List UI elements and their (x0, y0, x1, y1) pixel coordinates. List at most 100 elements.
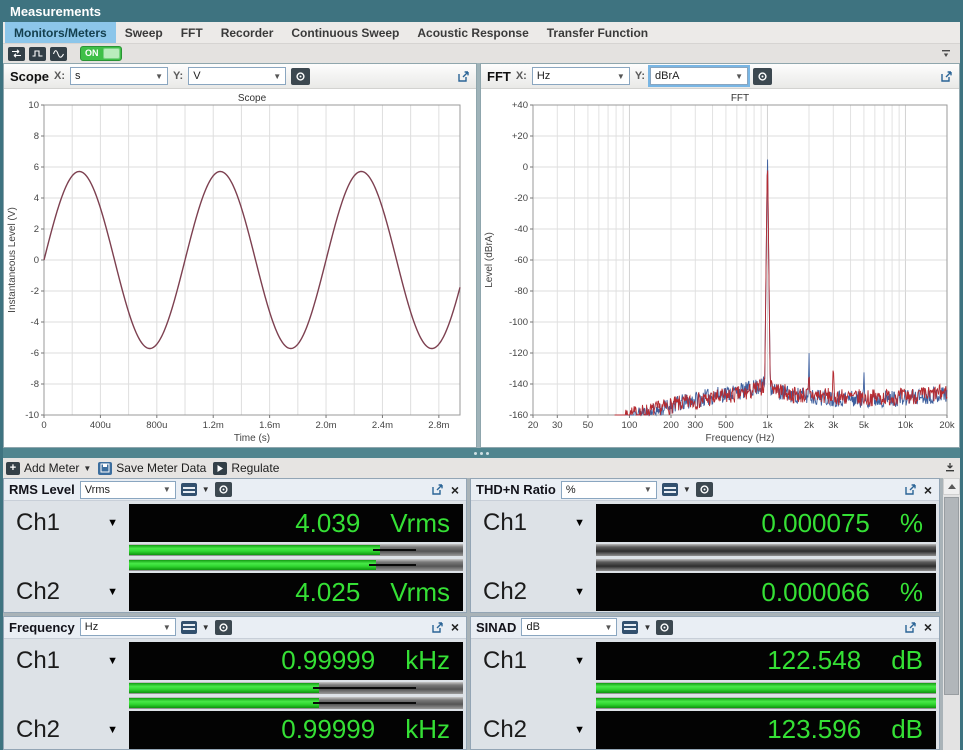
meter-header: SINADdB▼▼× (471, 617, 939, 639)
svg-text:-60: -60 (514, 255, 528, 266)
close-icon[interactable]: × (922, 483, 934, 497)
meter-unit-select[interactable]: dB▼ (521, 618, 617, 636)
fft-chart[interactable]: 2030501002003005001k2k3k5k10k20k-160-140… (481, 89, 959, 447)
add-meter-button[interactable]: + Add Meter ▼ (6, 461, 91, 475)
meter-unit-select[interactable]: Vrms▼ (80, 481, 176, 499)
scope-y-unit-select[interactable]: V▼ (188, 67, 286, 85)
channel-row: Ch1▼122.548dB (474, 642, 936, 680)
tab-acoustic-response[interactable]: Acoustic Response (408, 22, 537, 43)
close-icon[interactable]: × (449, 483, 461, 497)
toolbar-pin-icon[interactable] (941, 45, 951, 63)
meter-settings-gear-icon[interactable] (696, 482, 713, 497)
fft-y-unit-select[interactable]: dBrA▼ (650, 67, 748, 85)
meter-body: Ch1▼4.039VrmsCh2▼4.025Vrms (4, 501, 466, 612)
chevron-down-icon[interactable]: ▼ (643, 623, 651, 632)
tab-monitors-meters[interactable]: Monitors/Meters (5, 22, 116, 43)
channel-row: Ch2▼4.025Vrms (7, 573, 463, 611)
monitor-sine-icon[interactable] (50, 47, 67, 61)
chevron-down-icon[interactable]: ▼ (202, 623, 210, 632)
svg-text:0: 0 (34, 255, 39, 266)
bar-display-mode-icon[interactable] (181, 483, 197, 496)
meters-scrollbar[interactable] (943, 478, 960, 750)
svg-text:6: 6 (34, 162, 39, 173)
generator-square-wave-icon[interactable] (29, 47, 46, 61)
svg-text:Level (dBrA): Level (dBrA) (484, 232, 495, 288)
fft-x-unit-select[interactable]: Hz▼ (532, 67, 630, 85)
level-bar (596, 544, 936, 556)
fft-x-axis-label: X: (516, 70, 527, 82)
tab-sweep[interactable]: Sweep (116, 22, 172, 43)
svg-text:0: 0 (41, 420, 46, 431)
tab-fft[interactable]: FFT (172, 22, 212, 43)
chevron-down-icon[interactable]: ▼ (202, 485, 210, 494)
fft-panel-title: FFT (487, 69, 511, 84)
scope-x-unit-select[interactable]: s▼ (70, 67, 168, 85)
fft-y-axis-label: Y: (635, 70, 645, 82)
meter-unit: % (900, 577, 923, 608)
meter-popout-icon[interactable] (431, 621, 444, 634)
scope-popout-icon[interactable] (457, 70, 470, 83)
meter-unit: % (900, 508, 923, 539)
meter-settings-gear-icon[interactable] (656, 620, 673, 635)
scope-chart[interactable]: 0400u800u1.2m1.6m2.0m2.4m2.8m-10-8-6-4-2… (4, 89, 476, 447)
regulate-button[interactable]: Regulate (213, 461, 279, 475)
svg-text:8: 8 (34, 131, 39, 142)
meter-panel-thd-n-ratio: THD+N Ratio%▼▼×Ch1▼0.000075%Ch2▼0.000066… (470, 478, 940, 613)
bar-display-mode-icon[interactable] (181, 621, 197, 634)
meter-popout-icon[interactable] (904, 483, 917, 496)
channel-selector-ch1[interactable]: Ch1▼ (7, 504, 129, 542)
level-bar (596, 682, 936, 694)
channel-selector-ch2[interactable]: Ch2▼ (474, 711, 596, 749)
meter-panel-rms-level: RMS LevelVrms▼▼×Ch1▼4.039VrmsCh2▼4.025Vr… (3, 478, 467, 613)
meter-name: Frequency (9, 620, 75, 635)
channel-selector-ch2[interactable]: Ch2▼ (474, 573, 596, 611)
fft-settings-gear-icon[interactable] (753, 68, 772, 85)
tab-transfer-function[interactable]: Transfer Function (538, 22, 657, 43)
meter-value: 0.99999 (281, 645, 375, 676)
window-title: Measurements (10, 4, 101, 19)
scope-settings-gear-icon[interactable] (291, 68, 310, 85)
close-icon[interactable]: × (922, 620, 934, 634)
meter-settings-gear-icon[interactable] (215, 482, 232, 497)
svg-text:-40: -40 (514, 224, 528, 235)
meter-unit: dB (891, 714, 923, 745)
meter-unit-select[interactable]: Hz▼ (80, 618, 176, 636)
svg-text:5k: 5k (859, 420, 869, 431)
meter-value: 122.548 (767, 645, 861, 676)
scope-y-axis-label: Y: (173, 70, 183, 82)
svg-text:Instantaneous Level (V): Instantaneous Level (V) (7, 207, 18, 313)
bar-display-mode-icon[interactable] (622, 621, 638, 634)
channel-selector-ch1[interactable]: Ch1▼ (474, 642, 596, 680)
close-icon[interactable]: × (449, 620, 461, 634)
scrollbar-up-button[interactable] (943, 478, 960, 495)
meter-settings-gear-icon[interactable] (215, 620, 232, 635)
chevron-down-icon[interactable]: ▼ (683, 485, 691, 494)
tab-recorder[interactable]: Recorder (212, 22, 283, 43)
channel-selector-ch1[interactable]: Ch1▼ (474, 504, 596, 542)
save-meter-data-button[interactable]: Save Meter Data (98, 461, 206, 475)
chevron-down-icon: ▼ (107, 724, 118, 736)
meter-unit: kHz (405, 645, 450, 676)
svg-text:-100: -100 (509, 317, 528, 328)
meter-popout-icon[interactable] (431, 483, 444, 496)
channel-row: Ch2▼0.000066% (474, 573, 936, 611)
svg-text:1.2m: 1.2m (203, 420, 224, 431)
meter-unit-select[interactable]: %▼ (561, 481, 657, 499)
collapse-panel-icon[interactable] (945, 461, 955, 475)
channel-selector-ch2[interactable]: Ch2▼ (7, 573, 129, 611)
panel-splitter-handle[interactable] (3, 448, 960, 458)
bar-display-mode-icon[interactable] (662, 483, 678, 496)
svg-text:2: 2 (34, 224, 39, 235)
fft-popout-icon[interactable] (940, 70, 953, 83)
channel-selector-ch1[interactable]: Ch1▼ (7, 642, 129, 680)
tab-continuous-sweep[interactable]: Continuous Sweep (282, 22, 408, 43)
svg-text:2.8m: 2.8m (428, 420, 449, 431)
svg-text:-120: -120 (509, 348, 528, 359)
channel-selector-ch2[interactable]: Ch2▼ (7, 711, 129, 749)
meter-value: 0.000075 (761, 508, 869, 539)
io-routing-icon[interactable] (8, 47, 25, 61)
scrollbar-thumb[interactable] (944, 497, 959, 695)
meter-popout-icon[interactable] (904, 621, 917, 634)
svg-text:-4: -4 (31, 317, 39, 328)
generator-on-toggle[interactable]: ON (80, 46, 122, 61)
